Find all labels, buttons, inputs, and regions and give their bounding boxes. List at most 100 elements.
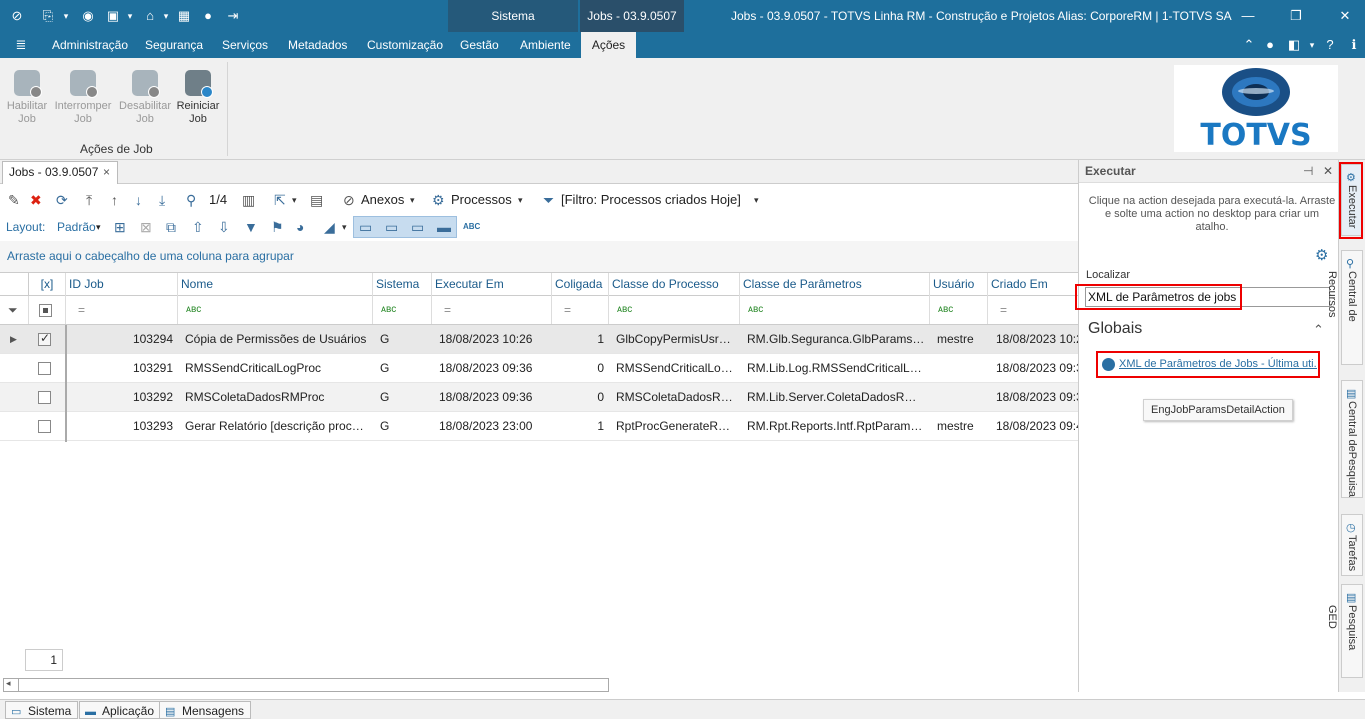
restore-icon[interactable]: ❐ [1288,8,1304,24]
tab-jobs-document[interactable]: Jobs - 03.9.0507 × [2,161,118,184]
menu-acoes[interactable]: Ações [581,32,636,58]
row-checkbox[interactable] [38,331,51,346]
bookmarks-icon[interactable]: ⎘ [40,8,56,24]
col-sistema[interactable]: Sistema [373,273,432,296]
gear-icon[interactable]: ⚙ [1315,246,1328,264]
collapse-ribbon-icon[interactable]: ⌃ [1241,37,1257,53]
download-icon[interactable]: ⇩ [218,214,230,240]
status-mensagens-button[interactable]: ▤ Mensagens [159,701,252,719]
scroll-left-icon[interactable]: ◂ [6,678,11,689]
remove-icon[interactable]: ⊠ [140,214,152,240]
section-globais[interactable]: Globais [1088,320,1142,338]
horizontal-scrollbar[interactable]: ◂ [3,678,609,692]
edit-icon[interactable]: ✎ [8,186,20,214]
filter-sistema[interactable]: ᴀʙc [373,296,432,324]
chevron-down-icon[interactable]: ▾ [410,186,415,214]
grid-icon[interactable]: ▦ [176,8,192,24]
rail-tab-tarefas[interactable]: ◷ Tarefas [1341,514,1363,576]
filter-executar[interactable]: = [432,296,552,324]
rail-tab-central-pesquisa[interactable]: ▤ Central dePesquisa [1341,380,1363,498]
filter-id-job[interactable]: = [66,296,178,324]
refresh-icon[interactable]: ⟳ [56,186,68,214]
chevron-down-icon[interactable]: ▾ [96,214,101,240]
hamburger-icon[interactable]: ≣ [13,37,29,53]
view-mode-2-icon[interactable]: ▭ [385,214,398,240]
view-mode-4-icon[interactable]: ▬ [437,214,451,240]
chevron-down-icon[interactable]: ▾ [1304,37,1320,53]
col-classe-processo[interactable]: Classe do Processo [609,273,740,296]
close-icon[interactable]: ✕ [1323,160,1333,183]
rail-tab-central-recursos[interactable]: ⚲ Central de Recursos [1326,250,1363,365]
col-select-all[interactable]: [x] [29,273,66,296]
filter-coligada[interactable]: = [552,296,609,324]
filter-params[interactable]: ᴀʙc [740,296,930,324]
table-row[interactable]: ▶ 103294 Cópia de Permissões de Usuários… [0,325,1078,354]
col-coligada[interactable]: Coligada [552,273,609,296]
tab-jobs[interactable]: Jobs - 03.9.0507 [580,0,684,32]
filter-criado[interactable]: = [988,296,1078,324]
row-checkbox[interactable] [38,362,51,375]
menu-gestao[interactable]: Gestão [460,32,499,58]
globe-icon[interactable]: ● [200,8,216,24]
chevron-down-icon[interactable]: ▾ [122,8,138,24]
table-row[interactable]: 103291 RMSSendCriticalLogProc G 18/08/20… [0,354,1078,383]
anexos-button[interactable]: Anexos [361,186,404,214]
chevron-down-icon[interactable]: ▾ [158,8,174,24]
add-icon[interactable]: ⊞ [114,214,126,240]
filter-selector[interactable]: [Filtro: Processos criados Hoje] [561,186,741,214]
color-icon[interactable]: ◕ [296,214,304,240]
filter-usuario[interactable]: ᴀʙc [930,296,988,324]
col-id-job[interactable]: ID Job [66,273,178,296]
col-criado-em[interactable]: Criado Em [988,273,1078,296]
screen-icon[interactable]: ▣ [105,8,121,24]
spellcheck-icon[interactable]: ABC [463,214,480,240]
menu-customizacao[interactable]: Customização [367,32,443,58]
page-number-input[interactable]: 1 [25,649,63,671]
view-mode-1-icon[interactable]: ▭ [359,214,372,240]
paint-icon[interactable]: ▼ [244,214,258,240]
first-record-icon[interactable]: ⤒ [86,186,92,214]
interrupt-job-button[interactable]: Interromper Job [53,70,113,126]
app-logo-icon[interactable]: ⊘ [9,8,25,24]
processos-button[interactable]: Processos [451,186,512,214]
tab-sistema[interactable]: Sistema [448,0,578,32]
pin-icon[interactable]: ⚑ [271,214,284,240]
chevron-down-icon[interactable]: ▾ [518,186,523,214]
col-nome[interactable]: Nome [178,273,373,296]
chevron-down-icon[interactable]: ▾ [754,186,759,214]
search-icon[interactable]: ⚲ [186,186,196,214]
chevron-up-icon[interactable]: ⌃ [1313,322,1324,338]
layout-icon[interactable]: ◧ [1286,37,1302,53]
restart-job-button[interactable]: Reiniciar Job [168,70,228,126]
copy-icon[interactable]: ⧉ [166,214,176,240]
upload-icon[interactable]: ⇧ [192,214,204,240]
disable-job-button[interactable]: Desabilitar Job [115,70,175,126]
enable-job-button[interactable]: Habilitar Job [0,70,57,126]
export-icon[interactable]: ⇱ [274,186,286,214]
menu-ambiente[interactable]: Ambiente [520,32,571,58]
status-sistema-button[interactable]: ▭ Sistema [5,701,79,719]
info-icon[interactable]: ℹ [1346,37,1362,53]
col-classe-parametros[interactable]: Classe de Parâmetros [740,273,930,296]
document-icon[interactable]: ▤ [310,186,323,214]
col-usuario[interactable]: Usuário [930,273,988,296]
col-executar-em[interactable]: Executar Em [432,273,552,296]
exit-icon[interactable]: ⇥ [225,8,241,24]
table-row[interactable]: 103292 RMSColetaDadosRMProc G 18/08/2023… [0,383,1078,412]
pin-icon[interactable]: ⊣ [1303,160,1313,183]
globe-icon[interactable]: ● [1262,37,1278,53]
previous-record-icon[interactable]: ↑ [111,186,118,214]
delete-icon[interactable]: ✖ [30,186,42,214]
filter-nome[interactable]: ᴀʙc [178,296,373,324]
row-checkbox[interactable] [38,391,51,404]
close-tab-icon[interactable]: × [103,162,110,183]
view-mode-3-icon[interactable]: ▭ [411,214,424,240]
columns-icon[interactable]: ▥ [242,186,255,214]
close-icon[interactable]: ✕ [1337,8,1353,24]
table-row[interactable]: 103293 Gerar Relatório [descrição proces… [0,412,1078,441]
chevron-down-icon[interactable]: ▾ [342,214,347,240]
view-icon[interactable]: ◉ [80,8,96,24]
filter-classe[interactable]: ᴀʙc [609,296,740,324]
chevron-down-icon[interactable]: ▾ [58,8,74,24]
menu-seguranca[interactable]: Segurança [145,32,203,58]
